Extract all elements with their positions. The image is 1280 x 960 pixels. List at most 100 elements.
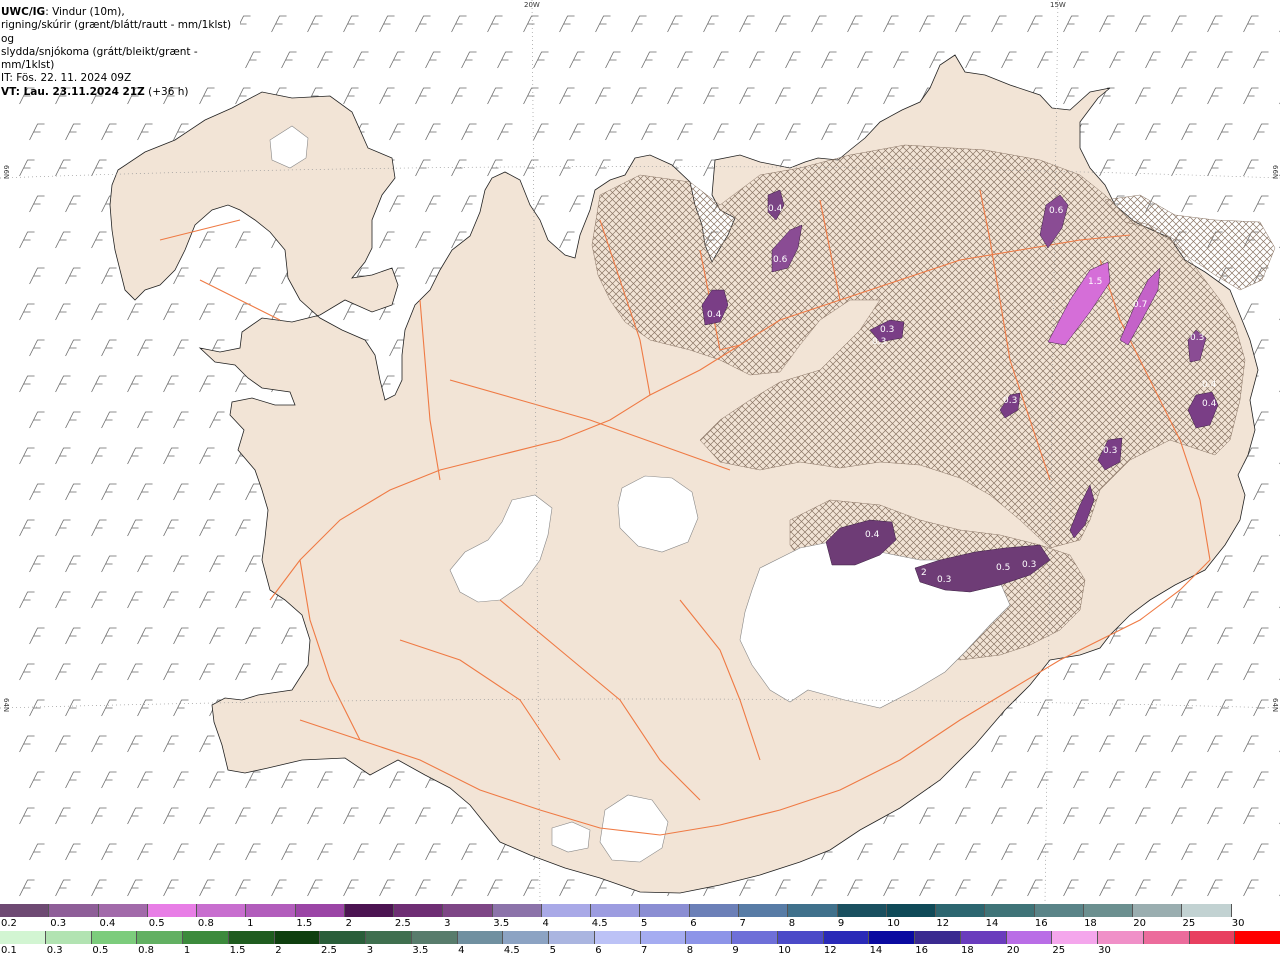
precip-label: 0.3 [1103, 446, 1117, 456]
scale-swatch [1235, 931, 1280, 944]
scale-swatch [1098, 931, 1144, 944]
scale-label: 18 [961, 945, 974, 956]
scale-swatch [1133, 904, 1183, 917]
scale-swatch [197, 904, 247, 917]
scale-label: 1.5 [296, 918, 313, 929]
scale-label: 2 [275, 945, 282, 956]
scale-swatch [886, 904, 937, 917]
scale-swatch [591, 904, 641, 917]
scale-swatch [443, 904, 493, 917]
valid-time-label: VT: Lau. 23.11.2024 21Z [1, 85, 145, 98]
scale-label: 16 [915, 945, 929, 956]
scale-label: 7 [641, 945, 648, 956]
scale-label: 10 [778, 945, 791, 956]
precip-label: 1.5 [1088, 277, 1102, 287]
scale-swatch [594, 931, 641, 944]
precip-label: 0.6 [1049, 206, 1064, 216]
rain-colour-scale [0, 931, 1280, 944]
scale-label: 12 [936, 918, 950, 929]
scale-label: 0.5 [92, 945, 109, 956]
lat-label-64n-left: 64N [2, 698, 10, 713]
scale-swatch [738, 904, 789, 917]
scale-label: 4.5 [503, 945, 520, 956]
scale-swatch [960, 931, 1007, 944]
scale-swatch [788, 904, 838, 917]
scale-swatch [246, 904, 296, 917]
scale-swatch [1231, 904, 1280, 917]
precip-label: 0.4 [865, 530, 880, 540]
scale-label: 1.5 [229, 945, 246, 956]
scale-label: 9 [732, 945, 739, 956]
scale-swatch [1182, 904, 1232, 917]
scale-label: 4 [542, 918, 549, 929]
scale-label: 6 [690, 918, 697, 929]
scale-swatch [777, 931, 824, 944]
scale-label: 2.5 [321, 945, 337, 956]
scale-swatch [183, 931, 229, 944]
scale-swatch [869, 931, 915, 944]
scale-label: 20 [1006, 945, 1020, 956]
map-title-box: UWC/IG: Vindur (10m), rigning/skúrir (gr… [0, 0, 240, 98]
scale-label: 2 [345, 918, 352, 929]
scale-swatch [689, 904, 739, 917]
scale-label: 9 [837, 918, 845, 929]
scale-swatch [91, 931, 138, 944]
scale-label: 4 [458, 945, 465, 956]
scale-swatch [936, 904, 986, 917]
scale-swatch [394, 904, 444, 917]
scale-swatch [1189, 931, 1236, 944]
precip-label: 0.3 [1022, 560, 1036, 570]
precip-label: 0.3 [872, 337, 886, 347]
precip-label: 0.3 [1190, 333, 1204, 343]
valid-time: VT: Lau. 23.11.2024 21Z (+36 h) [1, 86, 240, 99]
precip-label: 0.6 [773, 255, 788, 265]
scale-swatch [295, 904, 345, 917]
scale-label: 5 [549, 945, 556, 956]
precip-label: 0.3 [880, 325, 894, 335]
lat-label-64n-right: 64N [1271, 698, 1279, 713]
title-desc-2: rigning/skúrir (grænt/blátt/rautt - mm/1… [1, 19, 232, 45]
scale-label: 0.5 [148, 918, 165, 929]
scale-label: 20 [1133, 918, 1147, 929]
precip-label: 0.7 [1133, 300, 1147, 310]
scale-label: 0.8 [197, 918, 214, 929]
scale-swatch [492, 904, 542, 917]
precip-label: 2 [921, 568, 927, 578]
snow-scale-labels: 0.2 0.3 0.4 0.5 0.8 1 1.5 2 2.5 3 3.5 4 4.5 5 6 7 8 9 10 12… [0, 918, 1280, 930]
snow-colour-scale [0, 904, 1280, 917]
lon-label-15w: 15W [1050, 1, 1066, 9]
title-desc-3: slydda/snjókoma (grátt/bleikt/grænt - mm… [1, 45, 198, 72]
precip-label: 0.4 [707, 310, 722, 320]
scale-swatch [503, 931, 549, 944]
scale-swatch [1034, 904, 1084, 917]
scale-swatch [915, 931, 961, 944]
scale-swatch [0, 931, 46, 944]
scale-label: 14 [985, 918, 999, 929]
initial-time: IT: Fös. 22. 11. 2024 09Z [1, 72, 132, 85]
scale-label: 1 [183, 945, 191, 956]
scale-swatch [137, 931, 183, 944]
scale-swatch [0, 904, 50, 917]
scale-swatch [686, 931, 732, 944]
scale-label: 5 [641, 918, 648, 929]
lat-label-66n-right: 66N [1271, 165, 1279, 180]
lon-label-20w: 20W [524, 1, 540, 9]
scale-label: 0.4 [99, 918, 116, 929]
scale-swatch [228, 931, 275, 944]
scale-swatch [320, 931, 366, 944]
scale-swatch [985, 904, 1035, 917]
scale-swatch [411, 931, 458, 944]
scale-label: 1 [247, 918, 254, 929]
scale-label: 7 [739, 918, 746, 929]
precip-label: 0.4 [1202, 380, 1217, 390]
scale-label: 16 [1034, 918, 1048, 929]
scale-label: 0.3 [50, 918, 67, 929]
scale-swatch [147, 904, 198, 917]
scale-swatch [1006, 931, 1053, 944]
scale-swatch [274, 931, 321, 944]
scale-label: 10 [887, 918, 900, 929]
scale-label: 12 [823, 945, 837, 956]
scale-label: 25 [1182, 918, 1196, 929]
scale-label: 0.1 [1, 945, 17, 956]
scale-swatch [640, 931, 687, 944]
